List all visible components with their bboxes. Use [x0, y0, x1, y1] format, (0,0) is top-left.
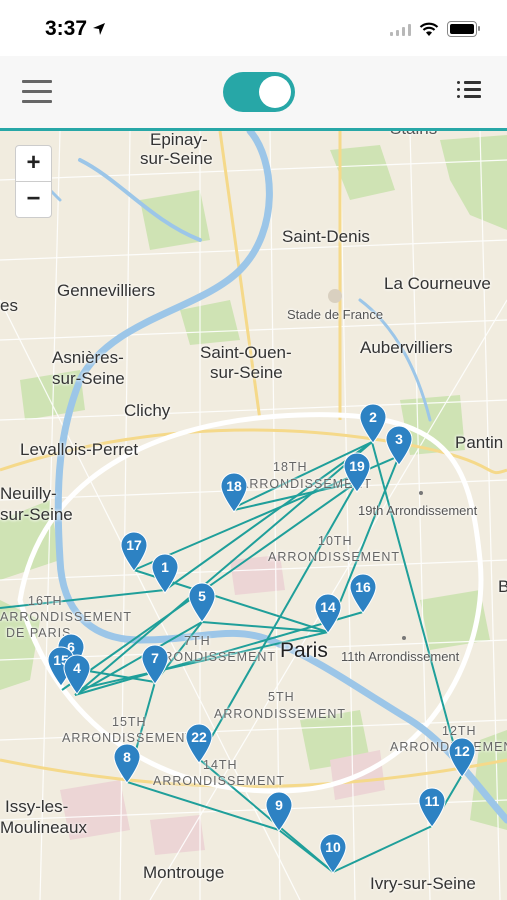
label-arr15: 15TH: [112, 715, 147, 729]
pin-label: 1: [161, 559, 169, 575]
label-stade-de-france: Stade de France: [287, 307, 384, 322]
label-clichy: Clichy: [124, 401, 171, 420]
label-pantin: Pantin: [455, 433, 504, 452]
label-saint-denis: Saint-Denis: [282, 227, 370, 246]
wifi-icon: [419, 22, 439, 36]
hamburger-menu-button[interactable]: [22, 78, 52, 104]
map-pin-7[interactable]: 7: [140, 643, 170, 685]
pin-label: 9: [275, 797, 283, 813]
map-pin-4[interactable]: 4: [62, 653, 92, 695]
location-arrow-icon: [93, 23, 105, 35]
map-pin-18[interactable]: 18: [219, 471, 249, 513]
map-pin-9[interactable]: 9: [264, 790, 294, 832]
pin-label: 14: [320, 599, 336, 615]
label-arr16-b: ARRONDISSEMENT: [0, 610, 133, 624]
map-pin-19[interactable]: 19: [342, 451, 372, 493]
map-pin-10[interactable]: 10: [318, 832, 348, 874]
top-toolbar: [0, 56, 507, 131]
label-levallois: Levallois-Perret: [20, 440, 139, 459]
map-pin-22[interactable]: 22: [184, 722, 214, 764]
battery-icon: [447, 21, 480, 37]
label-asnieres-2: sur-Seine: [52, 369, 125, 388]
label-epinay-2: sur-Seine: [140, 149, 213, 168]
pin-label: 8: [123, 749, 131, 765]
map-pin-5[interactable]: 5: [187, 581, 217, 623]
label-issy-2: Moulineaux: [0, 818, 87, 837]
map-pin-8[interactable]: 8: [112, 742, 142, 784]
map-pin-3[interactable]: 3: [384, 424, 414, 466]
pin-label: 18: [226, 478, 242, 494]
zoom-in-button[interactable]: +: [16, 146, 51, 182]
label-arr10: 10TH: [318, 534, 353, 548]
label-la-courneuve: La Courneuve: [384, 274, 491, 293]
map-pin-14[interactable]: 14: [313, 592, 343, 634]
label-arr10-b: ARRONDISSEMENT: [268, 550, 401, 564]
label-edge-es: es: [0, 296, 18, 315]
view-toggle-switch[interactable]: [223, 72, 295, 112]
label-neuilly-2: sur-Seine: [0, 505, 73, 524]
label-issy: Issy-les-: [5, 797, 69, 816]
zoom-out-button[interactable]: −: [16, 182, 51, 217]
pin-label: 12: [454, 743, 470, 759]
map-pin-12[interactable]: 12: [447, 736, 477, 778]
label-asnieres: Asnières-: [52, 348, 124, 367]
label-saint-ouen-2: sur-Seine: [210, 363, 283, 382]
status-bar: 3:37: [0, 0, 507, 56]
status-time: 3:37: [45, 17, 88, 40]
list-view-button[interactable]: [457, 80, 481, 100]
pin-label: 4: [73, 660, 81, 676]
label-montrouge: Montrouge: [143, 863, 225, 882]
label-arr18: 18TH: [273, 460, 308, 474]
pin-label: 2: [369, 409, 377, 425]
label-arr5: 5TH: [268, 690, 295, 704]
zoom-control: + −: [15, 145, 52, 218]
map-pin-11[interactable]: 11: [417, 786, 447, 828]
cellular-signal-icon: [390, 22, 411, 36]
toggle-knob: [259, 76, 291, 108]
map-pin-17[interactable]: 17: [119, 530, 149, 572]
pin-label: 17: [126, 537, 142, 553]
label-gennevilliers: Gennevilliers: [57, 281, 156, 300]
map-pin-16[interactable]: 16: [348, 572, 378, 614]
pin-label: 3: [395, 431, 403, 447]
pin-label: 22: [191, 729, 207, 745]
pin-label: 5: [198, 588, 206, 604]
label-arr7: 7TH: [184, 634, 211, 648]
map-pin-1[interactable]: 1: [150, 552, 180, 594]
label-arr5-b: ARRONDISSEMENT: [214, 707, 347, 721]
label-saint-ouen: Saint-Ouen-: [200, 343, 292, 362]
label-arr16: 16TH: [28, 594, 63, 608]
label-edge-b: B: [498, 577, 507, 596]
label-epinay: Epinay-: [150, 131, 208, 149]
label-stains: Stains: [390, 131, 437, 139]
label-ivry: Ivry-sur-Seine: [370, 874, 476, 893]
pin-label: 7: [151, 650, 159, 666]
label-arr14-b: ARRONDISSEMENT: [153, 774, 286, 788]
map-view[interactable]: Epinay- sur-Seine Stains Saint-Denis La …: [0, 131, 507, 900]
pin-label: 10: [325, 839, 341, 855]
label-paris: Paris: [280, 639, 328, 662]
pin-label: 16: [355, 579, 371, 595]
label-aubervilliers: Aubervilliers: [360, 338, 453, 357]
pin-label: 19: [349, 458, 365, 474]
label-arr11: 11th Arrondissement: [341, 649, 460, 664]
label-neuilly: Neuilly-: [0, 484, 57, 503]
label-arr19: 19th Arrondissement: [358, 503, 478, 518]
pin-label: 11: [424, 793, 440, 809]
